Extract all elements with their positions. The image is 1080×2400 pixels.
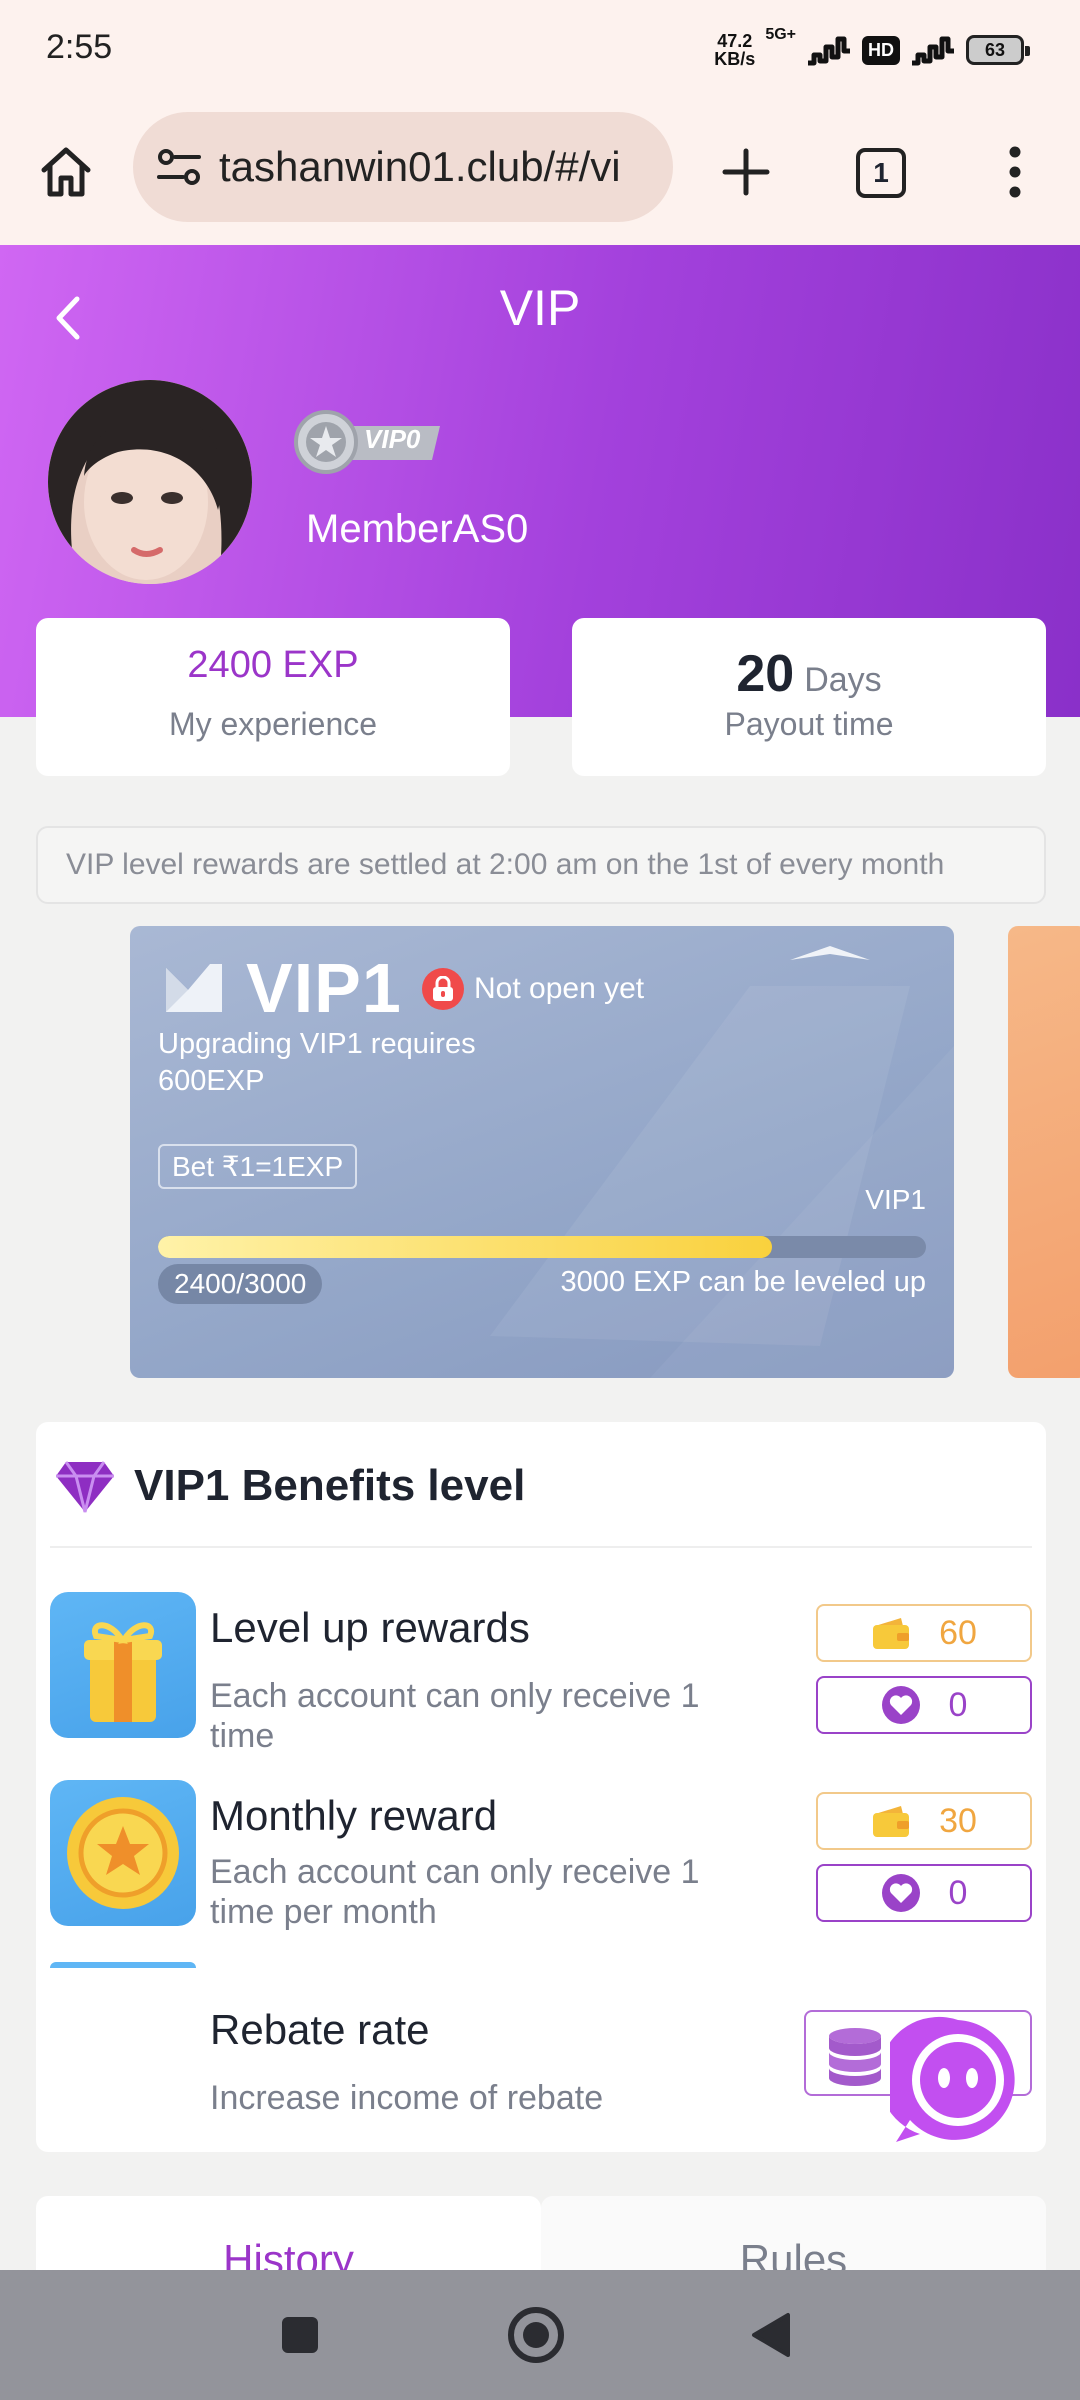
heart-reward: 0 xyxy=(816,1864,1032,1922)
wallet-icon xyxy=(871,1616,911,1650)
chat-bot-icon xyxy=(878,2016,1015,2142)
back-nav-button[interactable] xyxy=(730,2300,810,2370)
home-button[interactable] xyxy=(30,136,102,208)
url-text[interactable]: tashanwin01.club/#/vi xyxy=(219,143,621,191)
experience-card: 2400 EXP My experience xyxy=(36,618,510,776)
heart-reward-value: 0 xyxy=(948,1873,968,1912)
plus-icon xyxy=(722,148,770,196)
username: MemberAS0 xyxy=(306,507,529,551)
tab-history[interactable]: History xyxy=(36,2196,541,2283)
heart-reward: 0 xyxy=(816,1676,1032,1734)
bet-rule-chip: Bet ₹1=1EXP xyxy=(158,1144,358,1189)
settlement-notice: VIP level rewards are settled at 2:00 am… xyxy=(36,826,1046,904)
payout-card: 20 Days Payout time xyxy=(572,618,1046,776)
benefits-title: VIP1 Benefits level xyxy=(134,1461,526,1510)
gift-icon xyxy=(50,1592,196,1738)
payout-unit: Days xyxy=(804,661,882,699)
payout-label: Payout time xyxy=(724,706,894,742)
record-tabs: History Rules xyxy=(36,2196,1046,2283)
heart-icon xyxy=(881,1685,921,1725)
coin-reward: 60 xyxy=(816,1604,1032,1662)
star-coin-icon xyxy=(50,1780,196,1926)
browser-toolbar: tashanwin01.club/#/vi 1 xyxy=(0,100,1080,245)
battery-icon: 63 xyxy=(966,35,1030,65)
divider xyxy=(50,1546,1032,1548)
benefit-description: Each account can only receive 1 time per… xyxy=(210,1853,700,1931)
coin-stack-icon xyxy=(829,2028,881,2086)
benefit-description: Each account can only receive 1 time xyxy=(210,1677,700,1755)
diamond-icon xyxy=(56,1461,114,1513)
lock-status-label: Not open yet xyxy=(474,972,645,1005)
home-icon xyxy=(41,147,91,197)
network-type: 5G+ xyxy=(765,26,796,43)
vip-badge-label: VIP0 xyxy=(364,424,421,454)
upgrade-requirement: Upgrading VIP1 requires 600EXP xyxy=(158,1028,476,1097)
vip-level-badge: VIP0 xyxy=(292,408,442,476)
benefit-title: Level up rewards xyxy=(210,1604,530,1651)
benefits-header: VIP1 Benefits level xyxy=(54,1458,525,1514)
page-title: VIP xyxy=(499,280,581,336)
signal-icon xyxy=(808,36,850,66)
exp-progress-note: 3000 EXP can be leveled up xyxy=(560,1266,926,1298)
circle-icon xyxy=(508,2307,564,2363)
vip-card-level: VIP1 xyxy=(246,949,402,1027)
chat-support-button[interactable] xyxy=(878,2016,1026,2148)
heart-reward-value: 0 xyxy=(948,1685,968,1724)
status-bar: 2:55 47.2 KB/s 5G+ HD 63 xyxy=(0,0,1080,100)
avatar xyxy=(48,380,252,584)
status-indicators: 47.2 KB/s 5G+ HD 63 xyxy=(714,22,1030,78)
heart-icon xyxy=(881,1873,921,1913)
hd-badge: HD xyxy=(862,35,900,65)
payout-value: 20 Days xyxy=(572,644,1046,703)
system-nav-bar xyxy=(0,2270,1080,2400)
lock-icon xyxy=(422,968,464,1010)
address-bar[interactable]: tashanwin01.club/#/vi xyxy=(133,112,673,222)
network-speed: 47.2 KB/s xyxy=(714,31,756,69)
home-nav-button[interactable] xyxy=(496,2300,576,2370)
benefit-description: Increase income of rebate xyxy=(210,2079,604,2117)
site-settings-icon[interactable] xyxy=(153,141,205,193)
new-tab-button[interactable] xyxy=(710,136,782,208)
coin-reward: 30 xyxy=(816,1792,1032,1850)
experience-label: My experience xyxy=(168,706,378,742)
benefit-title: Monthly reward xyxy=(210,1792,498,1839)
status-time: 2:55 xyxy=(46,28,113,66)
browser-menu-button[interactable] xyxy=(980,136,1050,208)
tab-rules[interactable]: Rules xyxy=(541,2196,1046,2283)
square-icon xyxy=(282,2317,318,2353)
tab-count: 1 xyxy=(856,148,906,198)
signal-icon-2 xyxy=(912,36,954,66)
exp-progress-bar xyxy=(158,1236,926,1258)
recents-button[interactable] xyxy=(260,2300,340,2370)
coin-reward-value: 60 xyxy=(939,1613,977,1652)
wallet-icon xyxy=(871,1804,911,1838)
target-level: VIP1 xyxy=(865,1184,926,1215)
vip-card-logo-icon xyxy=(162,960,226,1021)
coin-reward-value: 30 xyxy=(939,1801,977,1840)
experience-value: 2400 EXP xyxy=(187,644,359,686)
exp-progress-count: 2400/3000 xyxy=(158,1264,323,1304)
vip-level-card[interactable]: VIP1 Not open yet Upgrading VIP1 require… xyxy=(130,926,954,1378)
exp-progress-fill xyxy=(158,1236,773,1258)
benefit-title: Rebate rate xyxy=(210,2006,430,2053)
rebate-icon-edge xyxy=(50,1962,196,1968)
more-vert-icon xyxy=(1009,146,1021,198)
lock-status: Not open yet xyxy=(422,968,644,1010)
next-vip-card[interactable] xyxy=(1008,926,1080,1378)
tab-switcher-button[interactable]: 1 xyxy=(846,138,916,208)
triangle-back-icon xyxy=(752,2313,790,2357)
payout-days: 20 xyxy=(736,645,795,703)
